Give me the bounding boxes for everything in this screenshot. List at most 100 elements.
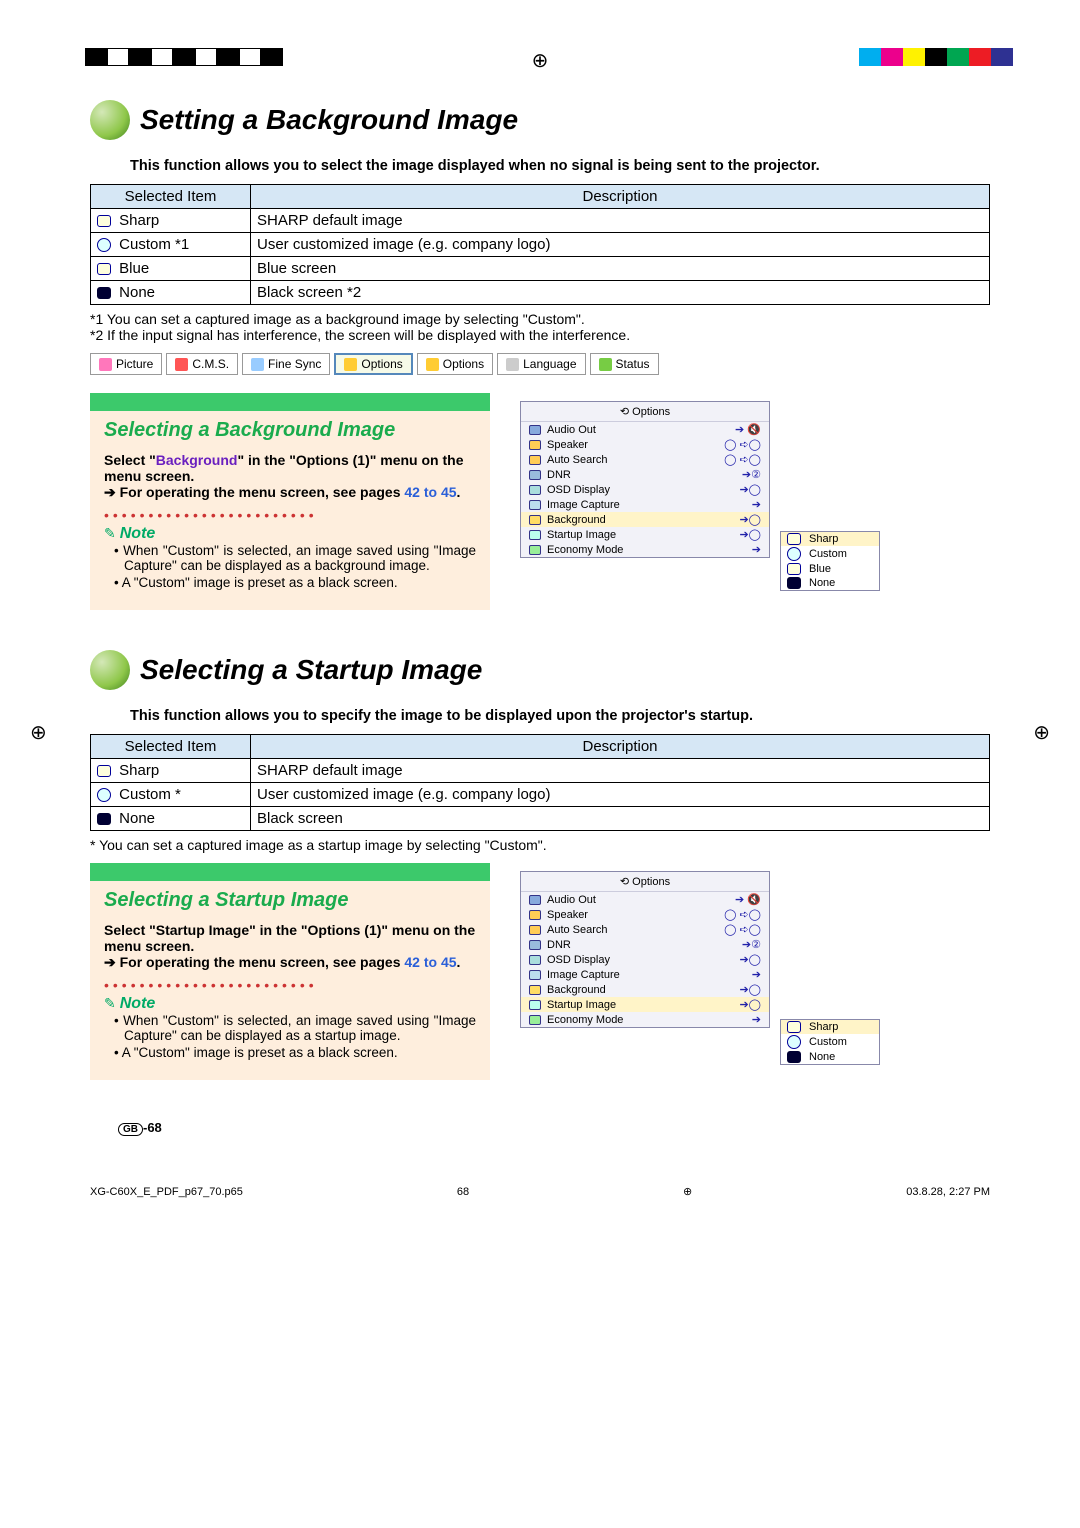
osd-item-icon (529, 530, 541, 540)
osd-item-icon (529, 1015, 541, 1025)
menu-tab-c-m-s-[interactable]: C.M.S. (166, 353, 238, 375)
instruction-panel: Selecting a Background Image Select "Bac… (90, 393, 490, 610)
th-description: Description (251, 185, 990, 209)
dotted-rule: •••••••••••••••••••••••• (104, 501, 476, 525)
filled-square-icon (97, 287, 111, 299)
osd-row[interactable]: Image Capture➔ (521, 967, 769, 982)
note-icon: ✎ (104, 525, 116, 541)
th-selected-item: Selected Item (91, 185, 251, 209)
osd-item-icon (529, 955, 541, 965)
osd-row[interactable]: Startup Image➔◯ (521, 997, 769, 1012)
osd-row[interactable]: OSD Display➔◯ (521, 952, 769, 967)
section-heading: Selecting a Startup Image (90, 650, 990, 690)
square-icon (97, 765, 111, 777)
filled-square-icon (97, 813, 111, 825)
osd-row[interactable]: Audio Out➔ 🔇 (521, 422, 769, 437)
subsection-heading: Selecting a Background Image (90, 415, 490, 452)
osd-item-icon (529, 425, 541, 435)
osd-item-icon (529, 440, 541, 450)
osd-row[interactable]: OSD Display➔◯ (521, 482, 769, 497)
osd-row[interactable]: Image Capture➔ (521, 497, 769, 512)
osd-row[interactable]: Background➔◯ (521, 512, 769, 527)
osd-item-icon (529, 1000, 541, 1010)
popup-option[interactable]: None (781, 576, 879, 590)
menu-tab-options[interactable]: Options (334, 353, 412, 375)
square-icon (97, 215, 111, 227)
registration-mark-icon: ⊕ (532, 48, 549, 73)
osd-item-icon (529, 500, 541, 510)
instruction-text: ➔ For operating the menu screen, see pag… (104, 954, 476, 971)
osd-row[interactable]: Background➔◯ (521, 982, 769, 997)
tab-icon (99, 358, 112, 371)
filled-square-icon (787, 577, 801, 589)
popup-option[interactable]: None (781, 1050, 879, 1064)
osd-item-icon (529, 940, 541, 950)
circle-icon (787, 547, 801, 561)
osd-row[interactable]: Auto Search◯ ➪◯ (521, 452, 769, 467)
table-row: NoneBlack screen (91, 807, 990, 831)
note-item: • When "Custom" is selected, an image sa… (114, 1013, 476, 1043)
menu-tab-status[interactable]: Status (590, 353, 659, 375)
note-icon: ✎ (104, 995, 116, 1011)
green-bar (90, 863, 490, 881)
popup-option[interactable]: Custom (781, 1034, 879, 1050)
menu-tab-options[interactable]: Options (417, 353, 493, 375)
decorative-sphere-icon (90, 650, 130, 690)
osd-item-icon (529, 470, 541, 480)
osd-row[interactable]: Audio Out➔ 🔇 (521, 892, 769, 907)
osd-title: ⟲ Options (521, 872, 769, 892)
osd-row[interactable]: Speaker◯ ➪◯ (521, 907, 769, 922)
menu-tab-fine-sync[interactable]: Fine Sync (242, 353, 330, 375)
gb-icon: GB (118, 1123, 143, 1136)
osd-row[interactable]: Auto Search◯ ➪◯ (521, 922, 769, 937)
instruction-panel: Selecting a Startup Image Select "Startu… (90, 863, 490, 1080)
circle-icon (787, 1035, 801, 1049)
timestamp: 03.8.28, 2:27 PM (906, 1186, 990, 1198)
table-row: Custom *User customized image (e.g. comp… (91, 783, 990, 807)
note-heading: ✎Note (104, 525, 476, 543)
note-item: • A "Custom" image is preset as a black … (114, 1045, 476, 1060)
subsection-heading: Selecting a Startup Image (90, 885, 490, 922)
page-number: GB-68 (90, 1120, 990, 1135)
square-icon (787, 563, 801, 575)
square-icon (787, 533, 801, 545)
osd-row[interactable]: DNR➔② (521, 937, 769, 952)
filled-square-icon (787, 1051, 801, 1063)
startup-options-table: Selected Item Description SharpSHARP def… (90, 734, 990, 831)
square-icon (97, 263, 111, 275)
table-row: NoneBlack screen *2 (91, 281, 990, 305)
osd-options-menu: ⟲ Options Audio Out➔ 🔇Speaker◯ ➪◯Auto Se… (520, 871, 770, 1028)
tab-icon (251, 358, 264, 371)
popup-option[interactable]: Custom (781, 546, 879, 562)
osd-row[interactable]: Speaker◯ ➪◯ (521, 437, 769, 452)
instruction-text: ➔ For operating the menu screen, see pag… (104, 484, 476, 501)
osd-item-icon (529, 970, 541, 980)
popup-option[interactable]: Sharp (781, 532, 879, 546)
instruction-text: Select "Startup Image" in the "Options (… (104, 922, 476, 954)
registration-mark-icon: ⊕ (30, 720, 47, 745)
popup-option[interactable]: Sharp (781, 1020, 879, 1034)
osd-popup: SharpCustomNone (780, 1019, 880, 1065)
circle-icon (97, 238, 111, 252)
osd-title: ⟲ Options (521, 402, 769, 422)
osd-row[interactable]: Economy Mode➔ (521, 1012, 769, 1027)
osd-row[interactable]: Startup Image➔◯ (521, 527, 769, 542)
tab-icon (599, 358, 612, 371)
menu-tab-language[interactable]: Language (497, 353, 585, 375)
osd-row[interactable]: Economy Mode➔ (521, 542, 769, 557)
section-title: Setting a Background Image (140, 104, 518, 136)
menu-tab-picture[interactable]: Picture (90, 353, 162, 375)
popup-option[interactable]: Blue (781, 562, 879, 576)
osd-item-icon (529, 545, 541, 555)
osd-item-icon (529, 895, 541, 905)
osd-row[interactable]: DNR➔② (521, 467, 769, 482)
section-intro: This function allows you to select the i… (130, 158, 990, 174)
th-description: Description (251, 735, 990, 759)
section-title: Selecting a Startup Image (140, 654, 482, 686)
table-row: SharpSHARP default image (91, 209, 990, 233)
menu-tabs: PictureC.M.S.Fine SyncOptionsOptionsLang… (90, 353, 990, 375)
footer-page-num: 68 (457, 1186, 469, 1198)
osd-item-icon (529, 910, 541, 920)
note-item: • When "Custom" is selected, an image sa… (114, 543, 476, 573)
table-row: SharpSHARP default image (91, 759, 990, 783)
